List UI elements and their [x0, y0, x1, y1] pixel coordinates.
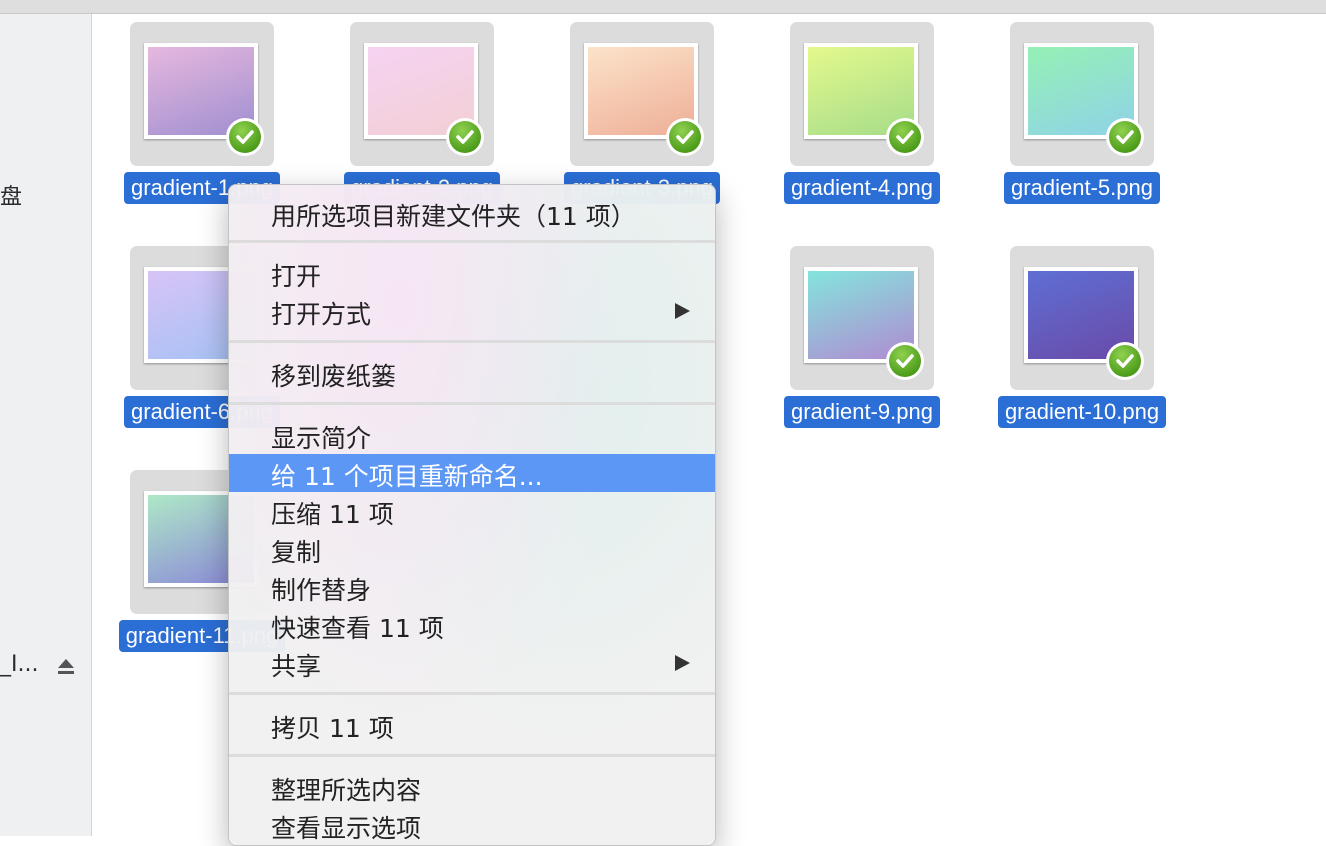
sync-check-icon [1106, 118, 1144, 156]
menu-item-share[interactable]: 共享 [229, 644, 715, 682]
menu-item-quick-look[interactable]: 快速查看 11 项 [229, 606, 715, 644]
file-name-label[interactable]: gradient-4.png [784, 172, 940, 204]
menu-item-make-alias[interactable]: 制作替身 [229, 568, 715, 606]
menu-item-open-with[interactable]: 打开方式 [229, 292, 715, 330]
menu-item-open[interactable]: 打开 [229, 254, 715, 292]
chevron-right-icon [675, 655, 690, 671]
sync-check-icon [666, 118, 704, 156]
sync-check-icon [1106, 342, 1144, 380]
menu-item-copy[interactable]: 拷贝 11 项 [229, 706, 715, 744]
menu-separator [229, 240, 715, 243]
sync-check-icon [886, 118, 924, 156]
file-name-label[interactable]: gradient-5.png [1004, 172, 1160, 204]
file-name-label[interactable]: gradient-10.png [997, 396, 1167, 428]
menu-separator [229, 754, 715, 757]
sync-check-icon [886, 342, 924, 380]
chevron-right-icon [675, 303, 690, 319]
menu-item-duplicate[interactable]: 复制 [229, 530, 715, 568]
menu-separator [229, 692, 715, 695]
sidebar-item-disk[interactable]: 盘 [0, 179, 22, 211]
menu-separator [229, 402, 715, 405]
eject-icon[interactable] [57, 655, 75, 677]
file-thumbnail [790, 246, 934, 390]
menu-item-get-info[interactable]: 显示简介 [229, 416, 715, 454]
sidebar: 盘 _I... [0, 14, 92, 836]
file-thumbnail [1010, 246, 1154, 390]
sidebar-item-device[interactable]: _I... [0, 652, 38, 677]
sync-check-icon [446, 118, 484, 156]
menu-item-clean-up-selection[interactable]: 整理所选内容 [229, 768, 715, 806]
window-top-bar [0, 0, 1326, 14]
file-thumbnail [130, 22, 274, 166]
file-thumbnail [790, 22, 934, 166]
file-thumbnail [1010, 22, 1154, 166]
menu-item-new-folder-with-selection[interactable]: 用所选项目新建文件夹（11 项） [229, 194, 715, 232]
menu-item-compress[interactable]: 压缩 11 项 [229, 492, 715, 530]
menu-item-move-to-trash[interactable]: 移到废纸篓 [229, 354, 715, 392]
file-thumbnail [350, 22, 494, 166]
context-menu: 用所选项目新建文件夹（11 项） 打开 打开方式 移到废纸篓 显示简介 给 11… [228, 184, 716, 846]
menu-item-rename[interactable]: 给 11 个项目重新命名... [229, 454, 715, 492]
file-thumbnail [570, 22, 714, 166]
sync-check-icon [226, 118, 264, 156]
file-name-label[interactable]: gradient-9.png [784, 396, 940, 428]
menu-item-show-view-options[interactable]: 查看显示选项 [229, 806, 715, 844]
menu-separator [229, 340, 715, 343]
